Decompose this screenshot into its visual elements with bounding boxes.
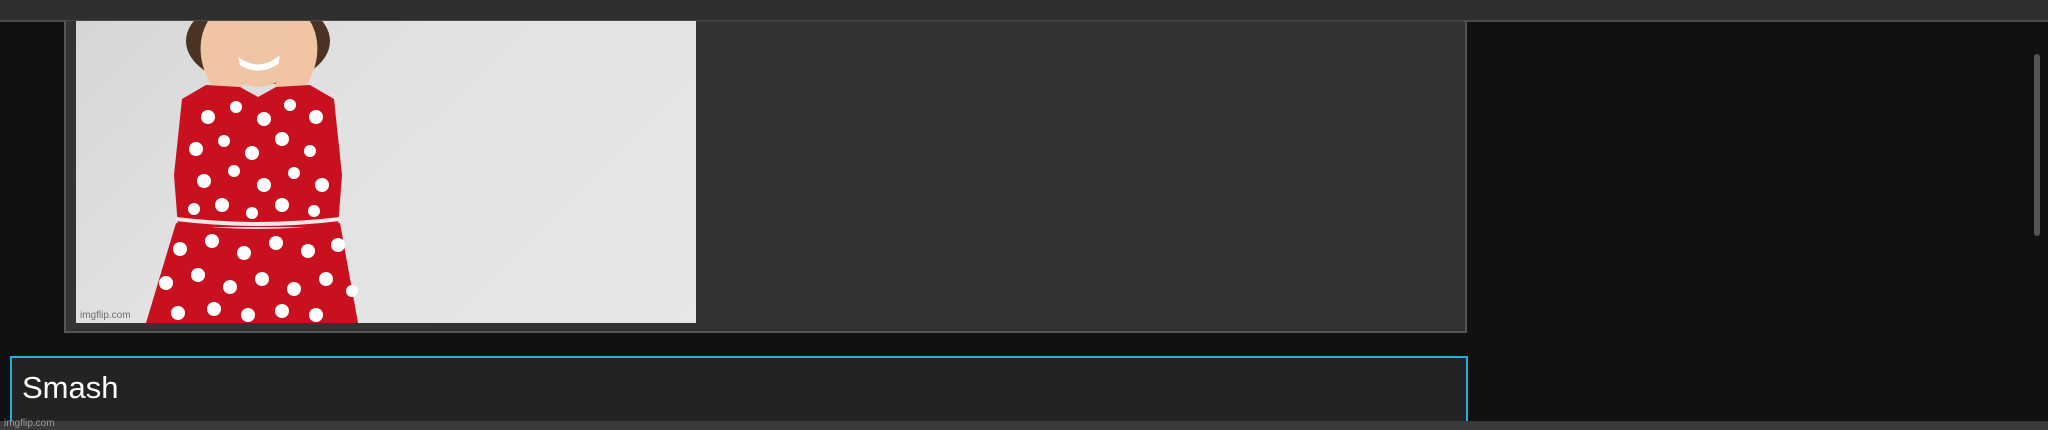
bottom-bar — [0, 421, 2048, 430]
meme-image[interactable]: imgflip.com — [76, 21, 696, 323]
meme-watermark: imgflip.com — [80, 310, 131, 321]
footer-watermark: imgflip.com — [4, 418, 55, 429]
top-toolbar-edge — [0, 0, 2048, 22]
vertical-scrollbar[interactable] — [2034, 54, 2040, 236]
caption-text: Smash — [22, 370, 119, 405]
meme-image-panel: imgflip.com — [64, 21, 1467, 333]
girl-photo-illustration — [146, 21, 358, 323]
caption-input-box[interactable]: Smash — [10, 356, 1468, 430]
